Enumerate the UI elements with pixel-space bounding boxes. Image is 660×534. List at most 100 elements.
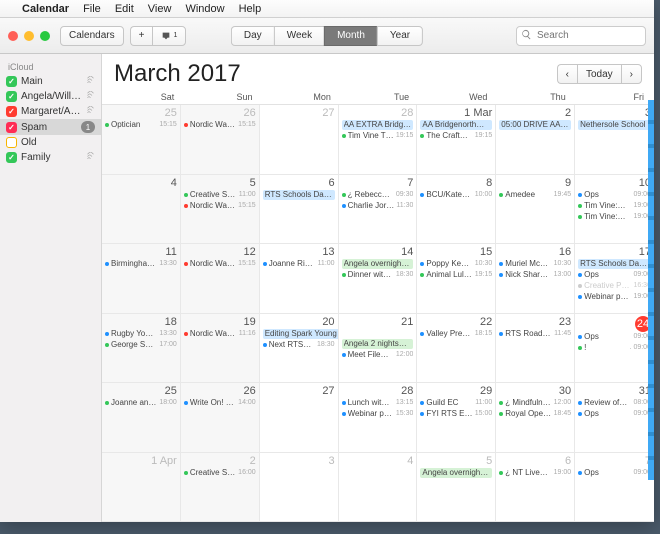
sidebar-item[interactable]: ✓Spam1 (0, 119, 101, 135)
day-cell[interactable]: 2Creative S…16:00 (181, 453, 260, 523)
event[interactable]: Webinar p…19:00 (578, 292, 651, 302)
event[interactable]: Webinar p…15:30 (342, 409, 414, 419)
day-cell[interactable]: 20Editing Spark Young Writers magazineNe… (260, 314, 339, 384)
day-cell[interactable]: 27 (260, 383, 339, 453)
event[interactable]: The Craft…19:15 (420, 131, 492, 141)
event[interactable]: ¿ NT Live…19:00 (499, 468, 571, 478)
view-year[interactable]: Year (377, 26, 423, 46)
day-cell[interactable]: 15Poppy Kee…10:30Animal Lul…19:15 (417, 244, 496, 314)
event[interactable]: Nordic Wa…15:15 (184, 259, 256, 269)
event[interactable]: Creative S…16:00 (184, 468, 256, 478)
day-cell[interactable]: 3 (260, 453, 339, 523)
day-cell[interactable]: 12Nordic Wa…15:15 (181, 244, 260, 314)
event[interactable]: !. 09:00 (578, 343, 651, 353)
add-button[interactable]: + (130, 26, 153, 46)
month-grid[interactable]: 25Optician15:1526Nordic Wa…15:152728AA E… (102, 104, 654, 522)
day-cell[interactable]: 18Rugby You…13:30George Sa…17:00 (102, 314, 181, 384)
view-month[interactable]: Month (324, 26, 377, 46)
event[interactable]: 05:00 DRIVE AA… (499, 120, 571, 130)
day-cell[interactable]: 26Nordic Wa…15:15 (181, 105, 260, 175)
day-cell[interactable]: 9Amedee19:45 (496, 175, 575, 245)
event[interactable]: Write On! r…14:00 (184, 398, 256, 408)
day-cell[interactable]: 5Creative S…11:00Nordic Wa…15:15 (181, 175, 260, 245)
day-cell[interactable]: 23RTS Road…11:45 (496, 314, 575, 384)
event[interactable]: Editing Spark Young Writers magazine (263, 329, 339, 339)
day-cell[interactable]: 3Nethersole School (575, 105, 654, 175)
menu-edit[interactable]: Edit (115, 3, 134, 15)
menu-view[interactable]: View (148, 3, 172, 15)
day-cell[interactable]: 6RTS Schools Da… (260, 175, 339, 245)
day-cell[interactable]: 4 (339, 453, 418, 523)
event[interactable]: Amedee19:45 (499, 190, 571, 200)
day-cell[interactable]: 28AA EXTRA Bridg…Tim Vine T…19:15 (339, 105, 418, 175)
menu-window[interactable]: Window (185, 3, 224, 15)
menu-help[interactable]: Help (239, 3, 262, 15)
event[interactable]: Tim Vine:…19:00 (578, 201, 651, 211)
day-cell[interactable]: 4 (102, 175, 181, 245)
day-cell[interactable]: 5Angela overnigh… (417, 453, 496, 523)
event[interactable]: Charlie Jor…11:30 (342, 201, 414, 211)
day-cell[interactable]: 10Ops09:00Tim Vine:…19:00Tim Vine:…19:00 (575, 175, 654, 245)
day-cell[interactable]: 29Guild EC11:00FYI RTS Es…15:00 (417, 383, 496, 453)
calendar-checkbox[interactable]: ✓ (6, 91, 17, 102)
share-button[interactable]: 1 (152, 26, 186, 46)
search-field[interactable] (516, 25, 646, 46)
event[interactable]: Next RTS…18:30 (263, 340, 335, 350)
day-cell[interactable]: 27 (260, 105, 339, 175)
calendar-checkbox[interactable]: ✓ (6, 76, 17, 87)
day-cell[interactable]: 13Joanne Ri…11:00 (260, 244, 339, 314)
menu-file[interactable]: File (83, 3, 101, 15)
event[interactable]: Review of…08:00 (578, 398, 651, 408)
sidebar-item[interactable]: ✓Family (0, 150, 101, 165)
event[interactable]: Poppy Kee…10:30 (420, 259, 492, 269)
event[interactable]: Ops09:00 (578, 190, 651, 200)
day-cell[interactable]: 21Angela 2 nights…Meet File…12:00 (339, 314, 418, 384)
event[interactable]: Optician15:15 (105, 120, 177, 130)
event[interactable]: Guild EC11:00 (420, 398, 492, 408)
event[interactable]: ¿ Rebecca…09:30 (342, 190, 414, 200)
day-cell[interactable]: 11Birmingha…13:30 (102, 244, 181, 314)
event[interactable]: ¿ Mindfuln…12:00 (499, 398, 571, 408)
event[interactable]: Muriel Mc…10:30 (499, 259, 571, 269)
day-cell[interactable]: 28Lunch wit…13:15Webinar p…15:30 (339, 383, 418, 453)
day-cell[interactable]: 19Nordic Wa…11:16 (181, 314, 260, 384)
event[interactable]: Nick Shar…13:00 (499, 270, 571, 280)
event[interactable]: Nordic Wa…15:15 (184, 120, 256, 130)
view-week[interactable]: Week (274, 26, 324, 46)
next-button[interactable]: › (621, 64, 642, 84)
event[interactable]: Dinner wit…18:30 (342, 270, 414, 280)
minimize-icon[interactable] (24, 31, 34, 41)
event[interactable]: Creative P…16:30 (578, 281, 651, 291)
event[interactable]: Lunch wit…13:15 (342, 398, 414, 408)
search-input[interactable] (516, 26, 646, 46)
event[interactable]: Ops09:00 (578, 409, 651, 419)
day-cell[interactable]: 16Muriel Mc…10:30Nick Shar…13:00 (496, 244, 575, 314)
event[interactable]: BCU/Kate…10:00 (420, 190, 492, 200)
event[interactable]: Birmingha…13:30 (105, 259, 177, 269)
event[interactable]: Creative S…11:00 (184, 190, 256, 200)
day-cell[interactable]: 7Ops09:00 (575, 453, 654, 523)
event[interactable]: RTS Schools Da… (578, 259, 651, 269)
day-cell[interactable]: 8BCU/Kate…10:00 (417, 175, 496, 245)
calendar-checkbox[interactable] (6, 137, 17, 148)
event[interactable]: Joanne an…18:00 (105, 398, 177, 408)
day-cell[interactable]: 22Valley Pre…18:15 (417, 314, 496, 384)
event[interactable]: Nordic Wa…15:15 (184, 201, 256, 211)
event[interactable]: Royal Ope…18:45 (499, 409, 571, 419)
day-cell[interactable]: 25Joanne an…18:00 (102, 383, 181, 453)
event[interactable]: RTS Schools Da… (263, 190, 335, 200)
day-cell[interactable]: 30¿ Mindfuln…12:00Royal Ope…18:45 (496, 383, 575, 453)
event[interactable]: George Sa…17:00 (105, 340, 177, 350)
sidebar-item[interactable]: ✓Margaret/A… (0, 104, 101, 119)
day-cell[interactable]: 1 Apr (102, 453, 181, 523)
calendar-checkbox[interactable]: ✓ (6, 106, 17, 117)
day-cell[interactable]: 26Write On! r…14:00 (181, 383, 260, 453)
event[interactable]: Ops09:00 (578, 270, 651, 280)
view-day[interactable]: Day (231, 26, 274, 46)
event[interactable]: Angela 2 nights… (342, 339, 414, 349)
day-cell[interactable]: 6¿ NT Live…19:00 (496, 453, 575, 523)
sidebar-item[interactable]: Old (0, 135, 101, 150)
zoom-icon[interactable] (40, 31, 50, 41)
event[interactable]: Angela overnigh… (420, 468, 492, 478)
sidebar-item[interactable]: ✓Main (0, 74, 101, 89)
